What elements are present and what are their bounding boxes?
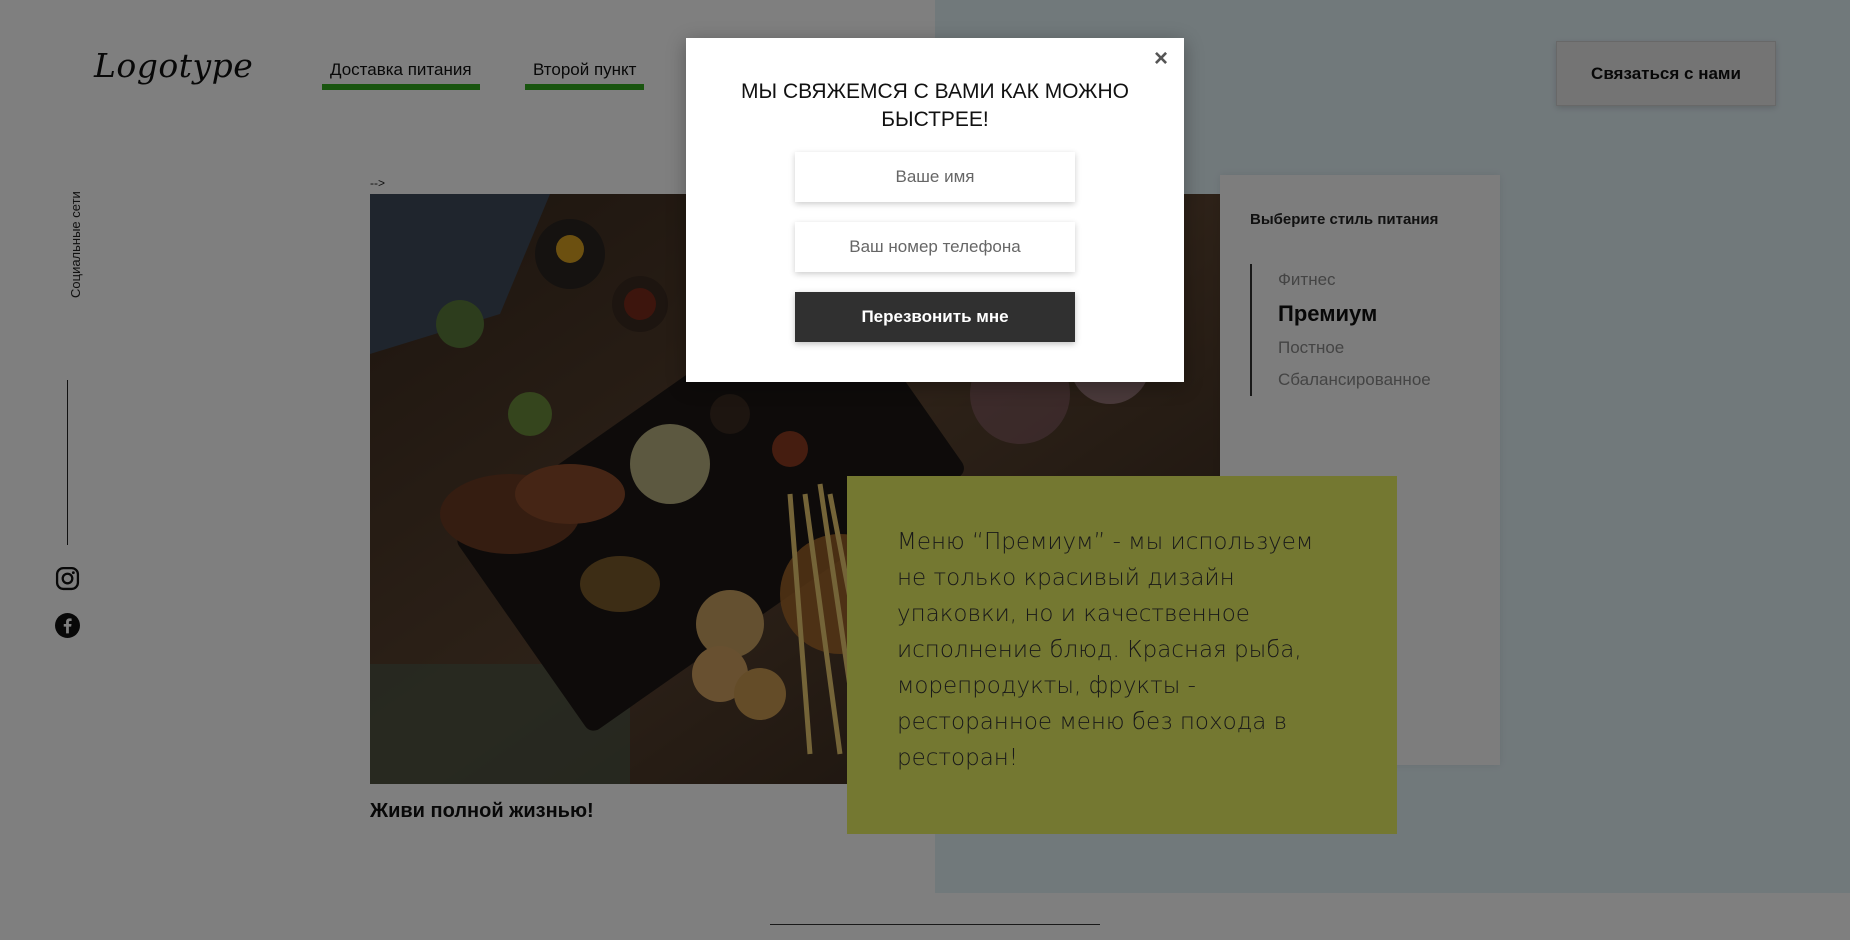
callback-modal: × МЫ СВЯЖЕМСЯ С ВАМИ КАК МОЖНО БЫСТРЕЕ! …: [686, 38, 1184, 382]
close-icon[interactable]: ×: [1150, 47, 1172, 71]
phone-input[interactable]: [795, 222, 1075, 272]
modal-title: МЫ СВЯЖЕМСЯ С ВАМИ КАК МОЖНО БЫСТРЕЕ!: [741, 80, 1129, 131]
callback-submit-button[interactable]: Перезвонить мне: [795, 292, 1075, 342]
name-input[interactable]: [795, 152, 1075, 202]
